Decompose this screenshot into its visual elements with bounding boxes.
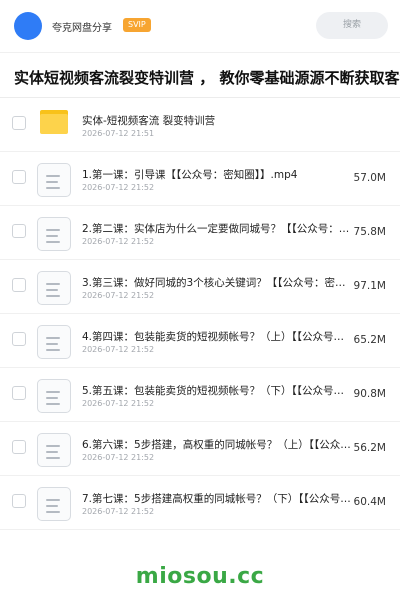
file-date: 2026-07-12 21:52 xyxy=(82,237,155,246)
file-size: 97.1M xyxy=(353,280,386,292)
file-name: 4.第四课：包装能卖货的短视频帐号？（上）【【公众号：密知圈】】.mp4 xyxy=(82,331,352,343)
list-item[interactable]: 4.第四课：包装能卖货的短视频帐号？（上）【【公众号：密知圈】】.mp4 202… xyxy=(0,314,400,368)
file-date: 2026-07-12 21:52 xyxy=(82,291,155,300)
file-size: 56.2M xyxy=(353,442,386,454)
title-bar: 实体短视频客流裂变特训营 ， 教你零基础源源不断获取客流 xyxy=(0,52,400,98)
file-name: 3.第三课：做好同城的3个核心关键词？【【公众号：密知圈】】.mp4 xyxy=(82,277,352,289)
file-name: 5.第五课：包装能卖货的短视频帐号？（下）【【公众号：密知圈】】.mp4 xyxy=(82,385,352,397)
file-icon xyxy=(37,325,71,359)
watermark: miosou.cc xyxy=(135,564,265,589)
file-date: 2026-07-12 21:52 xyxy=(82,453,155,462)
file-date: 2026-07-12 21:51 xyxy=(82,129,155,138)
file-date: 2026-07-12 21:52 xyxy=(82,345,155,354)
search-button[interactable]: 搜索 xyxy=(316,12,388,39)
checkbox[interactable] xyxy=(12,440,26,454)
file-date: 2026-07-12 21:52 xyxy=(82,183,155,192)
file-size: 65.2M xyxy=(353,334,386,346)
list-item[interactable]: 2.第二课：实体店为什么一定要做同城号？【【公众号：密知圈】】.mp4 2026… xyxy=(0,206,400,260)
file-date: 2026-07-12 21:52 xyxy=(82,507,155,516)
header: 夸克网盘分享 SVIP 搜索 xyxy=(0,0,400,52)
checkbox[interactable] xyxy=(12,278,26,292)
file-icon xyxy=(37,271,71,305)
file-name: 6.第六课：5步搭建，高权重的同城帐号？（上）【【公众号：密知圈】】.mp4 xyxy=(82,439,352,451)
list-item[interactable]: 3.第三课：做好同城的3个核心关键词？【【公众号：密知圈】】.mp4 2026-… xyxy=(0,260,400,314)
file-date: 2026-07-12 21:52 xyxy=(82,399,155,408)
checkbox[interactable] xyxy=(12,386,26,400)
checkbox[interactable] xyxy=(12,116,26,130)
file-icon xyxy=(37,163,71,197)
svip-badge: SVIP xyxy=(123,18,151,32)
avatar[interactable] xyxy=(14,12,42,40)
checkbox[interactable] xyxy=(12,494,26,508)
user-name[interactable]: 夸克网盘分享 xyxy=(52,19,112,34)
file-size: 57.0M xyxy=(353,172,386,184)
file-name: 1.第一课：引导课【【公众号：密知圈】】.mp4 xyxy=(82,169,298,181)
folder-icon xyxy=(40,110,68,134)
file-name: 2.第二课：实体店为什么一定要做同城号？【【公众号：密知圈】】.mp4 xyxy=(82,223,352,235)
file-name: 实体-短视频客流 裂变特训营 xyxy=(82,115,216,127)
checkbox[interactable] xyxy=(12,170,26,184)
file-icon xyxy=(37,379,71,413)
list-item[interactable]: 5.第五课：包装能卖货的短视频帐号？（下）【【公众号：密知圈】】.mp4 202… xyxy=(0,368,400,422)
page-title: 实体短视频客流裂变特训营 ， 教你零基础源源不断获取客流 xyxy=(14,69,400,87)
file-name: 7.第七课：5步搭建高权重的同城帐号？（下）【【公众号：密知圈】】.mp4 xyxy=(82,493,352,505)
checkbox[interactable] xyxy=(12,332,26,346)
file-icon xyxy=(37,217,71,251)
list-item[interactable]: 6.第六课：5步搭建，高权重的同城帐号？（上）【【公众号：密知圈】】.mp4 2… xyxy=(0,422,400,476)
file-size: 90.8M xyxy=(353,388,386,400)
file-icon xyxy=(37,433,71,467)
file-size: 75.8M xyxy=(353,226,386,238)
file-icon xyxy=(37,487,71,521)
file-size: 60.4M xyxy=(353,496,386,508)
list-item-folder[interactable]: 实体-短视频客流 裂变特训营 2026-07-12 21:51 xyxy=(0,98,400,152)
list-item[interactable]: 1.第一课：引导课【【公众号：密知圈】】.mp4 2026-07-12 21:5… xyxy=(0,152,400,206)
checkbox[interactable] xyxy=(12,224,26,238)
list-item[interactable]: 7.第七课：5步搭建高权重的同城帐号？（下）【【公众号：密知圈】】.mp4 20… xyxy=(0,476,400,530)
